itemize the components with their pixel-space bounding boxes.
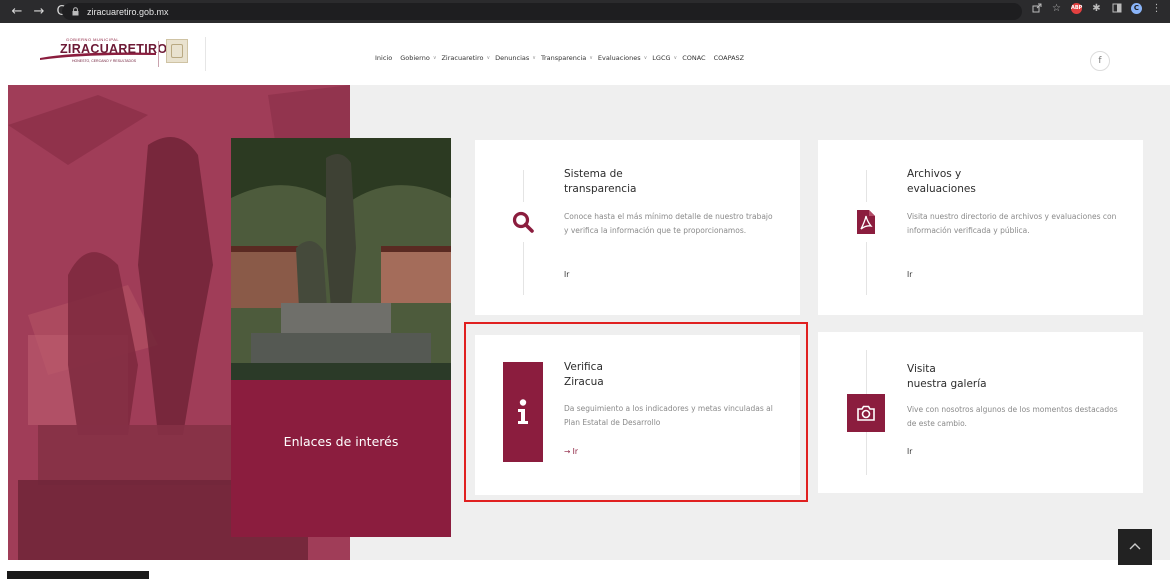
chevron-down-icon: ∨: [486, 55, 491, 61]
site-header: GOBIERNO MUNICIPAL ZIRACUARETIRO HONESTO…: [0, 23, 1170, 85]
chevron-down-icon: ∨: [673, 55, 678, 61]
pdf-icon: [846, 202, 886, 242]
chevron-down-icon: ∨: [589, 55, 593, 61]
card-link-ir[interactable]: Ir: [907, 270, 912, 279]
plaza-statue-photo: [231, 138, 451, 380]
card-link-ir[interactable]: Ir: [564, 270, 569, 279]
main-navigation: Inicio Gobierno ∨ Ziracuaretiro ∨ Denunc…: [375, 54, 744, 62]
chevron-down-icon: ∨: [432, 55, 437, 61]
feature-label-box: Enlaces de interés: [231, 380, 451, 537]
card-title: Sistema de transparencia: [564, 168, 637, 195]
chevron-up-icon: [1129, 543, 1141, 550]
card-visita-galeria[interactable]: Visita nuestra galería Vive con nosotros…: [818, 332, 1143, 493]
nav-transparencia[interactable]: Transparencia: [541, 54, 586, 62]
nav-ziracuaretiro[interactable]: Ziracuaretiro: [441, 54, 483, 62]
logo-tagline: HONESTO, CERCANO Y RESULTADOS: [72, 59, 137, 63]
card-title: Visita nuestra galería: [907, 363, 987, 390]
nav-gobierno[interactable]: Gobierno: [400, 54, 430, 62]
highlight-annotation-frame: [464, 322, 808, 502]
address-bar[interactable]: ziracuaretiro.gob.mx: [62, 3, 1022, 20]
scroll-to-top-button[interactable]: [1118, 529, 1152, 565]
nav-evaluaciones[interactable]: Evaluaciones: [598, 54, 641, 62]
back-button[interactable]: ←: [8, 3, 26, 21]
card-description: Vive con nosotros algunos de los momento…: [907, 405, 1118, 428]
forward-button[interactable]: →: [30, 3, 48, 21]
extensions-puzzle-icon[interactable]: ✱: [1091, 3, 1102, 14]
logo-divider: [158, 41, 159, 67]
logo-name: ZIRACUARETIRO: [60, 42, 168, 56]
side-panel-icon[interactable]: [1111, 3, 1122, 14]
header-divider: [205, 37, 206, 71]
url-text: ziracuaretiro.gob.mx: [87, 6, 169, 17]
feature-title: Enlaces de interés: [283, 434, 399, 449]
card-title: Archivos y evaluaciones: [907, 168, 976, 195]
lock-icon: [72, 7, 80, 16]
card-description: Conoce hasta el más mínimo detalle de nu…: [564, 212, 773, 235]
feature-card[interactable]: Enlaces de interés: [231, 138, 451, 537]
card-link-ir[interactable]: Ir: [907, 447, 912, 456]
search-icon: [503, 202, 543, 242]
nav-lgcg[interactable]: LGCG: [652, 54, 670, 62]
bookmark-star-icon[interactable]: ☆: [1051, 3, 1062, 14]
nav-coapasz[interactable]: COAPASZ: [714, 54, 745, 62]
adblock-extension-icon[interactable]: ABP: [1071, 3, 1082, 14]
chevron-down-icon: ∨: [532, 55, 536, 61]
nav-inicio[interactable]: Inicio: [375, 54, 392, 62]
share-icon[interactable]: [1031, 3, 1042, 14]
site-logo[interactable]: GOBIERNO MUNICIPAL ZIRACUARETIRO HONESTO…: [38, 37, 208, 71]
card-sistema-transparencia[interactable]: Sistema de transparencia Conoce hasta el…: [475, 140, 800, 315]
facebook-icon[interactable]: f: [1090, 51, 1110, 71]
card-description: Visita nuestro directorio de archivos y …: [907, 212, 1117, 235]
browser-toolbar: ← → C ziracuaretiro.gob.mx ☆ ABP ✱ C ⋮: [0, 0, 1170, 23]
nav-conac[interactable]: CONAC: [682, 54, 705, 62]
profile-avatar[interactable]: C: [1131, 3, 1142, 14]
menu-kebab-icon[interactable]: ⋮: [1151, 3, 1162, 14]
coat-of-arms-icon: [166, 39, 188, 63]
chevron-down-icon: ∨: [643, 55, 648, 61]
camera-icon: [847, 394, 885, 432]
nav-denuncias[interactable]: Denuncias: [495, 54, 529, 62]
card-archivos-evaluaciones[interactable]: Archivos y evaluaciones Visita nuestro d…: [818, 140, 1143, 315]
status-bar-tooltip: [7, 571, 149, 579]
